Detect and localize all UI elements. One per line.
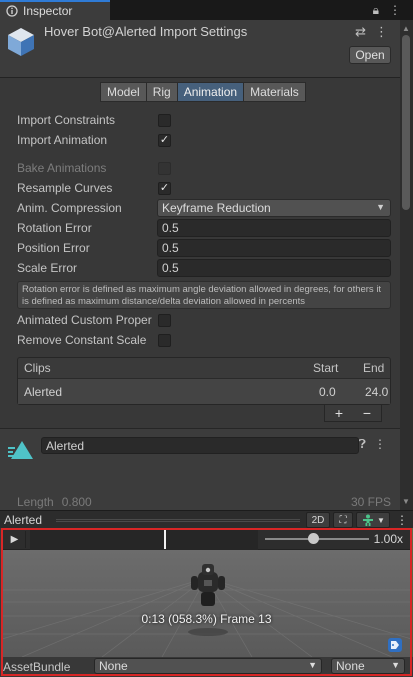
kebab-menu-icon[interactable]: ⋮ (375, 24, 388, 40)
lock-icon[interactable]: 🔒︎ (373, 3, 379, 18)
tab-label: Inspector (23, 4, 73, 18)
clips-list: Clips Start End Alerted 0.0 24.0 (17, 357, 391, 405)
kebab-menu-icon[interactable]: ⋮ (396, 513, 408, 527)
scroll-down-icon[interactable]: ▼ (402, 497, 410, 506)
preview-viewport[interactable]: 0:13 (058.3%) Frame 13 (2, 550, 411, 657)
resample-curves-checkbox[interactable]: ✓ (158, 182, 171, 195)
remove-clip-button[interactable]: − (363, 405, 371, 421)
length-label: Length (17, 495, 54, 509)
model-asset-icon (8, 28, 34, 56)
info-icon (6, 5, 18, 17)
tab-rig[interactable]: Rig (146, 82, 178, 102)
position-error-field[interactable]: 0.5 (157, 239, 391, 257)
clip-detail-section: Alerted ❓︎ ⋮ Length 0.800 30 FPS (0, 428, 400, 510)
chevron-down-icon: ▼ (377, 515, 385, 525)
rotation-error-label: Rotation Error (17, 221, 92, 235)
tab-inspector[interactable]: Inspector (0, 0, 110, 20)
position-error-label: Position Error (17, 241, 90, 255)
help-icon[interactable]: ❓︎ (359, 437, 366, 452)
rotation-error-field[interactable]: 0.5 (157, 219, 391, 237)
kebab-menu-icon[interactable]: ⋮ (374, 437, 386, 452)
fps-value: 30 FPS (350, 495, 391, 509)
import-tabs: Model Rig Animation Materials (100, 82, 306, 102)
assetbundle-variant-dropdown[interactable]: None ▼ (331, 658, 405, 674)
speed-value: 1.00x (373, 532, 403, 546)
scale-error-label: Scale Error (17, 261, 78, 275)
list-item[interactable]: Alerted 0.0 24.0 (18, 378, 390, 404)
preview-scene (2, 550, 411, 657)
chevron-down-icon: ▼ (391, 660, 400, 670)
bake-animations-label: Bake Animations (17, 161, 107, 175)
tag-icon[interactable] (388, 638, 402, 652)
drag-handle[interactable] (56, 519, 300, 522)
start-column-header: Start (313, 361, 339, 375)
preset-icon[interactable]: ⇄ (355, 24, 366, 40)
scroll-up-icon[interactable]: ▲ (402, 24, 410, 33)
import-constraints-label: Import Constraints (17, 113, 116, 127)
assetbundle-variant-value: None (336, 659, 365, 673)
tab-animation[interactable]: Animation (177, 82, 245, 102)
chevron-down-icon: ▼ (308, 660, 317, 670)
window-tab-bar: Inspector 🔒︎ ⋮ (0, 0, 413, 20)
end-column-header: End (363, 361, 385, 375)
tab-model[interactable]: Model (100, 82, 147, 102)
preview-title: Alerted (4, 512, 43, 527)
clip-end: 24.0 (365, 384, 389, 399)
assetbundle-name-value: None (99, 659, 128, 673)
list-footer: + − (324, 405, 382, 422)
timeline-cursor[interactable] (164, 529, 166, 549)
help-box: Rotation error is defined as maximum ang… (17, 281, 391, 309)
timeline-track[interactable] (30, 528, 258, 550)
resample-curves-label: Resample Curves (17, 181, 113, 195)
length-row: Length 0.800 30 FPS (17, 495, 391, 509)
anim-compression-value: Keyframe Reduction (162, 201, 271, 215)
import-constraints-checkbox[interactable] (158, 114, 171, 127)
import-animation-label: Import Animation (17, 133, 108, 147)
clips-title: Clips (24, 361, 51, 375)
anim-compression-label: Anim. Compression (17, 201, 122, 215)
assetbundle-row: AssetBundle None ▼ None ▼ (0, 657, 413, 677)
assetbundle-name-dropdown[interactable]: None ▼ (94, 658, 322, 674)
chevron-down-icon: ▼ (376, 202, 385, 212)
clip-name-field[interactable]: Alerted (41, 437, 359, 454)
open-button[interactable]: Open (349, 46, 391, 64)
remove-constant-scale-label: Remove Constant Scale (17, 333, 147, 347)
clips-header: Clips Start End (18, 358, 390, 378)
page-title: Hover Bot@Alerted Import Settings (44, 24, 248, 39)
animated-custom-properties-checkbox[interactable] (158, 314, 171, 327)
inspector-header: Hover Bot@Alerted Import Settings ⇄ ⋮ Op… (0, 20, 400, 78)
kebab-menu-icon[interactable]: ⋮ (389, 3, 401, 18)
animated-custom-properties-label: Animated Custom Proper (17, 313, 152, 327)
add-clip-button[interactable]: + (335, 405, 343, 421)
anim-compression-dropdown[interactable]: Keyframe Reduction ▼ (157, 199, 391, 217)
humanoid-icon (363, 514, 374, 526)
clip-start: 0.0 (319, 384, 336, 399)
import-animation-checkbox[interactable]: ✓ (158, 134, 171, 147)
clip-name: Alerted (24, 384, 63, 399)
scale-error-field[interactable]: 0.5 (157, 259, 391, 277)
pivot-icon[interactable]: ⛶ (333, 512, 353, 528)
preview-header: Alerted 2D ⛶ ▼ ⋮ (0, 510, 413, 528)
length-value: 0.800 (61, 495, 92, 509)
frame-label: 0:13 (058.3%) Frame 13 (141, 612, 272, 626)
remove-constant-scale-checkbox[interactable] (158, 334, 171, 347)
preview-timeline: ▶ 1.00x (2, 528, 411, 550)
mode-2d-button[interactable]: 2D (306, 512, 330, 528)
bake-animations-checkbox (158, 162, 171, 175)
tab-materials[interactable]: Materials (244, 82, 306, 102)
speed-slider-knob[interactable] (308, 533, 319, 544)
assetbundle-label: AssetBundle (3, 660, 71, 674)
animation-clip-icon (8, 441, 33, 459)
play-button[interactable]: ▶ (4, 531, 26, 548)
avatar-dropdown[interactable]: ▼ (356, 512, 390, 528)
scrollbar-thumb[interactable] (402, 35, 410, 210)
